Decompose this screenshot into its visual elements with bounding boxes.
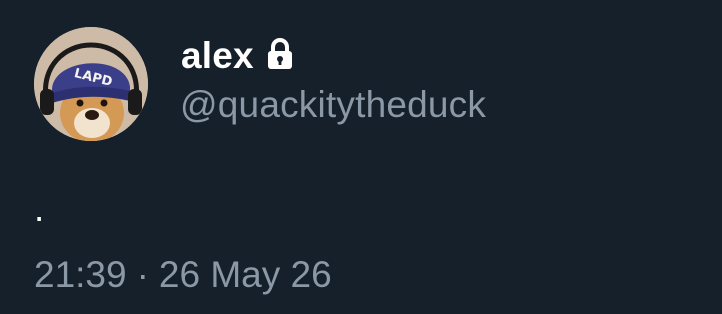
lock-icon — [266, 37, 294, 71]
user-handle[interactable]: @quackitytheduck — [180, 82, 486, 128]
tweet-text: . — [34, 188, 45, 229]
display-name[interactable]: alex — [181, 34, 254, 78]
avatar-image: LAPD — [34, 27, 148, 141]
meta-separator: · — [136, 254, 149, 295]
tweet-time: 21:39 — [34, 254, 127, 295]
avatar[interactable]: LAPD — [34, 27, 148, 141]
display-name-row: alex — [181, 34, 294, 78]
tweet-card: LAPD alex @quackitytheduck . 21:39 · 26 … — [0, 0, 722, 314]
tweet-date: 26 May 26 — [158, 254, 332, 295]
tweet-timestamp[interactable]: 21:39 · 26 May 26 — [34, 252, 332, 298]
